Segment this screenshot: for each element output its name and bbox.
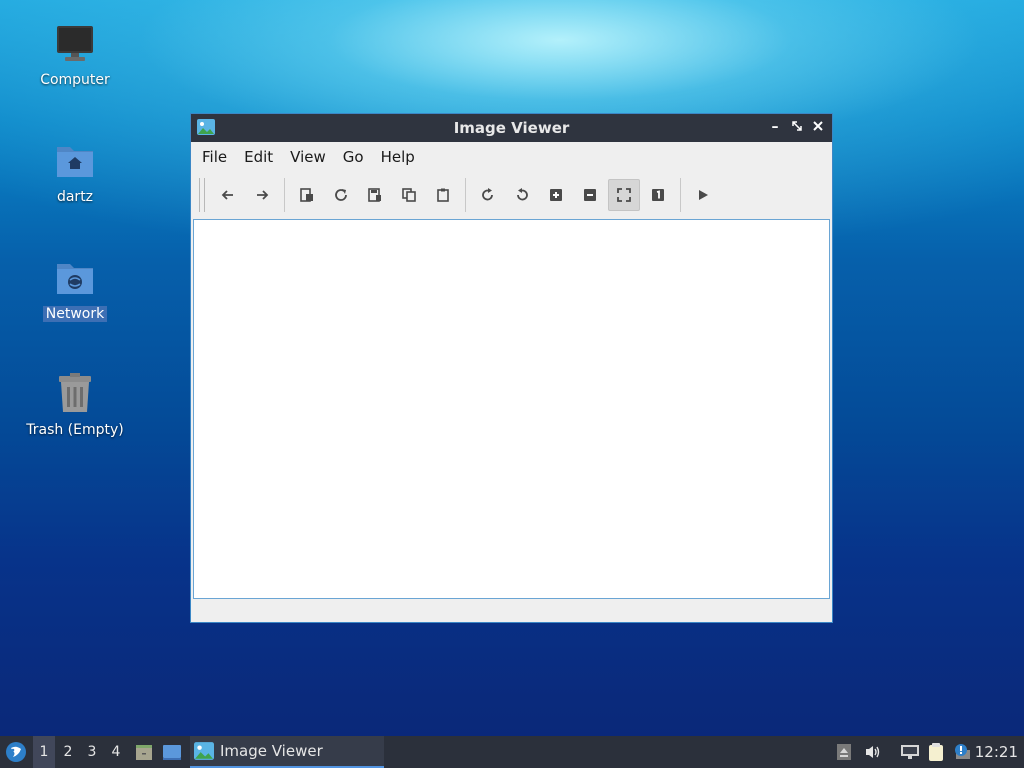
rotate-clockwise-icon <box>482 188 493 201</box>
menu-help[interactable]: Help <box>376 148 427 166</box>
image-viewer-task-icon <box>194 742 214 760</box>
window-title: Image Viewer <box>453 119 570 137</box>
desktop-icon-trash[interactable]: Trash (Empty) <box>20 370 130 438</box>
arrow-left-icon <box>221 190 233 200</box>
copy-icon <box>402 188 416 202</box>
window-titlebar[interactable]: Image Viewer – <box>191 114 832 142</box>
toolbar-separator <box>680 178 681 212</box>
tray-eject-button[interactable] <box>834 736 854 768</box>
taskbar: 1 2 3 4 Image Viewer 12:21 <box>0 736 1024 768</box>
trash-icon <box>51 370 99 418</box>
minimize-button[interactable]: – <box>766 118 784 136</box>
desktop-icon-label: Network <box>42 306 108 322</box>
statusbar <box>191 600 832 622</box>
zoom-in-icon <box>550 189 562 201</box>
maximize-icon <box>792 121 802 131</box>
desktop-icon-home-folder[interactable]: dartz <box>20 137 130 205</box>
save-button[interactable] <box>359 179 391 211</box>
tray-network-button[interactable] <box>898 736 922 768</box>
network-folder-icon <box>51 254 99 302</box>
close-button[interactable] <box>809 118 827 136</box>
forward-button[interactable] <box>246 179 278 211</box>
desktop-icon-label: dartz <box>56 189 94 205</box>
original-size-icon <box>652 189 664 201</box>
home-folder-icon <box>51 137 99 185</box>
slideshow-button[interactable] <box>687 179 719 211</box>
clock[interactable]: 12:21 <box>975 736 1018 768</box>
fit-window-button[interactable] <box>608 179 640 211</box>
desktop-icon-network[interactable]: Network <box>20 254 130 322</box>
desktop-icon-computer[interactable]: Computer <box>20 20 130 88</box>
tray-volume-button[interactable] <box>862 736 884 768</box>
update-notification-icon <box>955 744 970 759</box>
fit-window-icon <box>617 188 631 202</box>
close-icon <box>813 121 823 131</box>
monitor-icon <box>51 20 99 68</box>
open-file-icon <box>300 188 313 202</box>
workspace-4[interactable]: 4 <box>105 736 127 768</box>
eject-icon <box>837 744 851 760</box>
rotate-counterclockwise-button[interactable] <box>506 179 538 211</box>
reload-icon <box>335 189 347 201</box>
back-button[interactable] <box>212 179 244 211</box>
menu-edit[interactable]: Edit <box>239 148 285 166</box>
save-icon <box>368 188 381 202</box>
workspace-1[interactable]: 1 <box>33 736 55 768</box>
rotate-clockwise-button[interactable] <box>472 179 504 211</box>
paste-icon <box>437 188 449 202</box>
open-button[interactable] <box>291 179 323 211</box>
maximize-button[interactable] <box>788 118 806 136</box>
zoom-out-button[interactable] <box>574 179 606 211</box>
zoom-out-icon <box>584 189 596 201</box>
desktop-icon-label: Computer <box>40 72 110 88</box>
workspace-2[interactable]: 2 <box>57 736 79 768</box>
rotate-counterclockwise-icon <box>517 188 528 201</box>
zoom-in-button[interactable] <box>540 179 572 211</box>
workspace-3[interactable]: 3 <box>81 736 103 768</box>
menu-go[interactable]: Go <box>338 148 376 166</box>
start-menu-button[interactable] <box>0 736 32 768</box>
toolbar-separator <box>284 178 285 212</box>
tray-notification-button[interactable] <box>951 736 973 768</box>
desktop-icon-label: Trash (Empty) <box>26 422 124 438</box>
original-size-button[interactable] <box>642 179 674 211</box>
lxqt-logo-icon <box>6 742 26 762</box>
tray-clipboard-button[interactable] <box>925 736 947 768</box>
task-label: Image Viewer <box>220 742 323 760</box>
toolbar-grip[interactable] <box>199 178 205 212</box>
show-desktop-button[interactable] <box>160 736 184 768</box>
network-wired-icon <box>901 745 919 759</box>
reload-button[interactable] <box>325 179 357 211</box>
toolbar <box>191 172 832 218</box>
toolbar-separator <box>465 178 466 212</box>
paste-button[interactable] <box>427 179 459 211</box>
image-viewer-window: Image Viewer – File Edit View Go Help <box>190 113 833 623</box>
slideshow-play-icon <box>699 190 708 200</box>
file-manager-launcher[interactable] <box>132 736 156 768</box>
copy-button[interactable] <box>393 179 425 211</box>
image-canvas[interactable] <box>193 219 830 599</box>
volume-icon <box>866 746 880 758</box>
clipboard-icon <box>929 743 943 761</box>
desktop-icon <box>163 745 181 760</box>
menu-file[interactable]: File <box>197 148 239 166</box>
menubar: File Edit View Go Help <box>191 142 832 172</box>
menu-view[interactable]: View <box>285 148 338 166</box>
file-cabinet-icon <box>136 745 152 760</box>
arrow-right-icon <box>257 190 269 200</box>
taskbar-task-image-viewer[interactable]: Image Viewer <box>190 736 384 768</box>
